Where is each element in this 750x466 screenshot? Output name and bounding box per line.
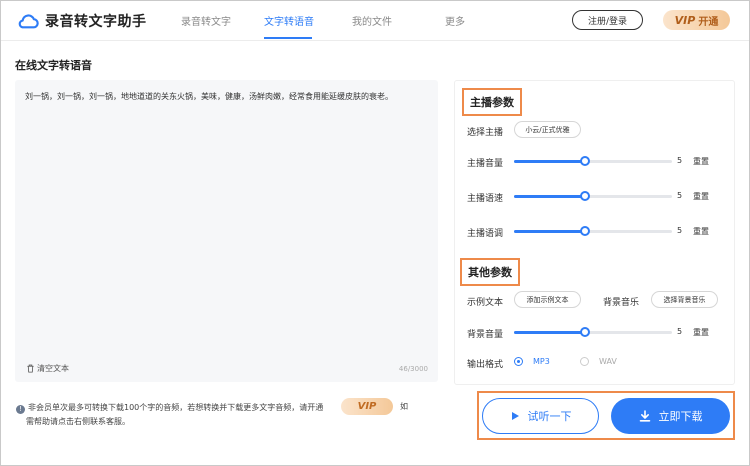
host-params-title: 主播参数 bbox=[462, 88, 522, 116]
host-volume-value: 5 bbox=[677, 156, 683, 165]
select-bg-music-button[interactable]: 选择背景音乐 bbox=[651, 291, 718, 308]
slider-thumb[interactable] bbox=[580, 226, 591, 236]
format-mp3-radio[interactable]: MP3 bbox=[514, 357, 550, 366]
preview-button[interactable]: 试听一下 bbox=[482, 398, 599, 434]
host-volume-label: 主播音量 bbox=[467, 159, 504, 169]
bg-music-label: 背景音乐 bbox=[603, 298, 640, 308]
format-wav-radio[interactable]: WAV bbox=[580, 357, 617, 366]
app-logo[interactable]: 录音转文字助手 bbox=[17, 11, 147, 31]
format-wav-label: WAV bbox=[599, 357, 617, 366]
nav-speech-to-text[interactable]: 录音转文字 bbox=[181, 13, 231, 28]
settings-panel: 主播参数 选择主播 小云/正式优雅 主播音量 5 重置 主播语速 5 重置 主播… bbox=[454, 80, 735, 385]
register-login-button[interactable]: 注册/登录 bbox=[572, 10, 643, 30]
info-icon: ! bbox=[16, 405, 25, 414]
select-host-button[interactable]: 小云/正式优雅 bbox=[514, 121, 581, 138]
bg-volume-label: 背景音量 bbox=[467, 330, 504, 340]
vip-open-button[interactable]: VIP 开通 bbox=[663, 10, 730, 30]
nav-text-to-speech[interactable]: 文字转语音 bbox=[264, 13, 314, 28]
host-pitch-label: 主播语调 bbox=[467, 229, 504, 239]
app-title: 录音转文字助手 bbox=[45, 14, 147, 30]
nav-active-indicator bbox=[264, 37, 312, 39]
download-label: 立即下载 bbox=[658, 410, 703, 423]
slider-thumb[interactable] bbox=[580, 191, 591, 201]
page-title: 在线文字转语音 bbox=[15, 59, 92, 72]
host-speed-label: 主播语速 bbox=[467, 194, 504, 204]
slider-fill bbox=[514, 195, 586, 198]
slider-thumb[interactable] bbox=[580, 327, 591, 337]
text-input-area[interactable]: 刘一锅，刘一锅，刘一锅，地地道道的关东火锅，美味，健康，汤鲜肉嫩，经常食用能延缓… bbox=[15, 80, 438, 382]
host-speed-slider[interactable] bbox=[514, 191, 672, 201]
nav-more[interactable]: 更多 bbox=[445, 13, 465, 28]
notice-line-2: 需帮助请点击右侧联系客服。 bbox=[26, 417, 130, 426]
bg-volume-slider[interactable] bbox=[514, 327, 672, 337]
slider-fill bbox=[514, 160, 586, 163]
host-pitch-reset-button[interactable]: 重置 bbox=[693, 226, 709, 237]
slider-thumb[interactable] bbox=[580, 156, 591, 166]
clear-text-label: 清空文本 bbox=[37, 364, 69, 373]
cloud-icon bbox=[18, 14, 39, 29]
sample-text-label: 示例文本 bbox=[467, 298, 504, 308]
top-header: 录音转文字助手 录音转文字 文字转语音 我的文件 更多 注册/登录 VIP 开通 bbox=[1, 1, 749, 41]
input-text[interactable]: 刘一锅，刘一锅，刘一锅，地地道道的关东火锅，美味，健康，汤鲜肉嫩，经常食用能延缓… bbox=[25, 91, 430, 103]
bg-volume-value: 5 bbox=[677, 327, 683, 336]
download-icon bbox=[639, 410, 650, 422]
vip-label: VIP bbox=[674, 13, 696, 27]
nav-my-files[interactable]: 我的文件 bbox=[352, 13, 392, 28]
download-button[interactable]: 立即下载 bbox=[611, 398, 730, 434]
slider-fill bbox=[514, 331, 586, 334]
notice-vip-button[interactable]: VIP bbox=[341, 398, 393, 415]
radio-dot bbox=[580, 357, 589, 366]
other-params-title: 其他参数 bbox=[460, 258, 520, 286]
output-format-label: 输出格式 bbox=[467, 360, 504, 370]
format-mp3-label: MP3 bbox=[533, 357, 550, 366]
preview-label: 试听一下 bbox=[527, 410, 572, 423]
radio-dot bbox=[514, 357, 523, 366]
host-pitch-slider[interactable] bbox=[514, 226, 672, 236]
host-volume-reset-button[interactable]: 重置 bbox=[693, 156, 709, 167]
notice-line-1: 非会员单次最多可转换下载100个字的音频，若想转换并下载更多文字音频，请开通 bbox=[28, 403, 324, 412]
bg-volume-reset-button[interactable]: 重置 bbox=[693, 327, 709, 338]
trash-icon bbox=[27, 364, 34, 373]
slider-fill bbox=[514, 230, 586, 233]
char-count: 46/3000 bbox=[398, 365, 428, 373]
select-host-label: 选择主播 bbox=[467, 128, 504, 138]
vip-open-label: 开通 bbox=[698, 16, 719, 28]
clear-text-button[interactable]: 清空文本 bbox=[26, 363, 69, 374]
play-icon bbox=[511, 412, 519, 420]
add-sample-text-button[interactable]: 添加示例文本 bbox=[514, 291, 581, 308]
host-volume-slider[interactable] bbox=[514, 156, 672, 166]
host-pitch-value: 5 bbox=[677, 226, 683, 235]
notice-suffix: 如 bbox=[400, 402, 408, 411]
host-speed-reset-button[interactable]: 重置 bbox=[693, 191, 709, 202]
host-speed-value: 5 bbox=[677, 191, 683, 200]
